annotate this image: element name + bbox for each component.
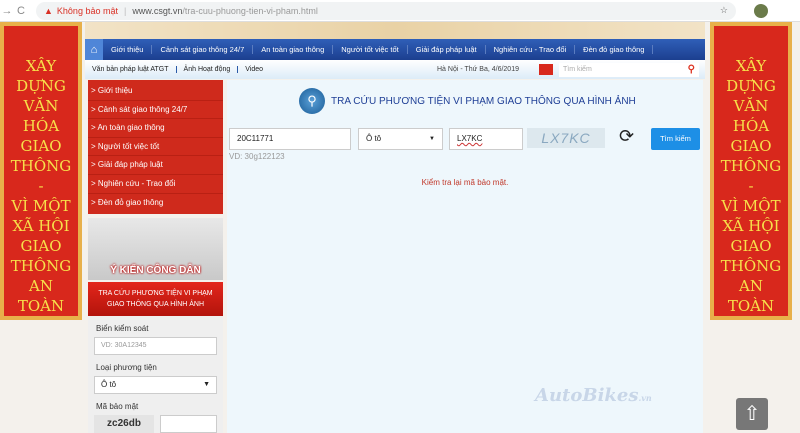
nav-item[interactable]: An toàn giao thông bbox=[253, 45, 334, 54]
vehicle-type-select[interactable]: Ô tô ▼ bbox=[358, 128, 443, 150]
nav-item[interactable]: Giải đáp pháp luật bbox=[408, 45, 486, 54]
url-domain: www.csgt.vn bbox=[132, 5, 183, 16]
security-label[interactable]: Không bảo mật bbox=[57, 6, 118, 16]
search-input[interactable]: Tìm kiếm ⚲ bbox=[559, 62, 699, 77]
home-icon[interactable]: ⌂ bbox=[85, 39, 103, 60]
browser-toolbar: → C ▲ Không bảo mật | www.csgt.vn/tra-cu… bbox=[0, 0, 800, 22]
side-lookup-box: TRA CỨU PHƯƠNG TIỆN VI PHẠM GIAO THÔNG Q… bbox=[88, 282, 223, 433]
side-plate-input[interactable]: VD: 30A12345 bbox=[94, 337, 217, 356]
banner-line: THÔNG bbox=[720, 157, 782, 175]
search-button[interactable]: Tìm kiếm bbox=[651, 128, 700, 150]
banner-line: XÂY bbox=[25, 57, 57, 75]
banner-line: DỰNG bbox=[16, 77, 66, 95]
error-message: Kiểm tra lại mã bảo mật. bbox=[421, 178, 509, 187]
main-nav: ⌂ Giới thiệu Cảnh sát giao thông 24/7 An… bbox=[85, 39, 705, 60]
banner-line: THÔNG bbox=[10, 257, 72, 275]
banner-line: VÌ MỘT bbox=[11, 197, 71, 215]
magnifier-icon: ⚲ bbox=[299, 88, 325, 114]
bookmark-star-icon[interactable]: ☆ bbox=[720, 5, 728, 16]
banner-line: - bbox=[38, 177, 44, 195]
banner-line: GIAO bbox=[20, 237, 62, 255]
captcha-input[interactable]: LX7KC bbox=[449, 128, 523, 150]
left-banner: XÂY DỰNG VĂN HÓA GIAO THÔNG - VÌ MỘT XÃ HỘI GIAO… bbox=[0, 22, 82, 320]
nav-item[interactable]: Nghiên cứu - Trao đổi bbox=[486, 45, 576, 54]
nav-item[interactable]: Đèn đỏ giao thông bbox=[575, 45, 654, 54]
captcha-label: Mã bảo mật bbox=[96, 402, 139, 412]
nav-item[interactable]: Người tốt việc tốt bbox=[333, 45, 408, 54]
right-banner: XÂY DỰNG VĂN HÓA GIAO THÔNG - VÌ MỘT XÃ HỘI GIAO… bbox=[710, 22, 792, 320]
refresh-captcha-icon[interactable]: ⟳ bbox=[619, 126, 634, 147]
banner-line: GIAO bbox=[730, 237, 772, 255]
citizen-feedback-banner[interactable]: Ý KIẾN CÔNG DÂN bbox=[88, 218, 223, 281]
banner-line: GIAO bbox=[20, 137, 62, 155]
feedback-label: Ý KIẾN CÔNG DÂN bbox=[110, 265, 201, 277]
search-icon[interactable]: ⚲ bbox=[688, 64, 695, 75]
subnav-item[interactable]: Video bbox=[238, 66, 270, 73]
watermark-logo: AutoBikes.vn bbox=[535, 385, 652, 406]
banner-line: VĂN HÓA bbox=[22, 97, 60, 135]
chevron-down-icon: ▼ bbox=[203, 381, 210, 389]
sidebar: > Giới thiệu > Cảnh sát giao thông 24/7 … bbox=[88, 80, 223, 433]
scroll-to-top-button[interactable]: ⇧ bbox=[736, 398, 768, 430]
banner-line: GIAO bbox=[730, 137, 772, 155]
side-type-select[interactable]: Ô tô ▼ bbox=[94, 376, 217, 395]
side-menu-item[interactable]: > Cảnh sát giao thông 24/7 bbox=[88, 101, 223, 120]
nav-item[interactable]: Cảnh sát giao thông 24/7 bbox=[152, 45, 254, 54]
banner-line: XÂY bbox=[735, 57, 767, 75]
side-captcha-image: zc26db bbox=[94, 415, 154, 433]
chevron-down-icon: ▼ bbox=[429, 136, 435, 142]
side-menu-item[interactable]: > Người tốt việc tốt bbox=[88, 138, 223, 157]
subnav-item[interactable]: Ảnh Hoạt động bbox=[177, 66, 239, 73]
side-menu-item[interactable]: > Giải đáp pháp luật bbox=[88, 156, 223, 175]
search-placeholder: Tìm kiếm bbox=[563, 66, 592, 73]
side-menu-item[interactable]: > An toàn giao thông bbox=[88, 119, 223, 138]
side-menu-item[interactable]: > Giới thiệu bbox=[88, 82, 223, 101]
header-image bbox=[85, 22, 705, 39]
plate-hint: VD: 30g122123 bbox=[229, 152, 285, 161]
banner-line: THÔNG bbox=[10, 157, 72, 175]
side-menu-item[interactable]: > Đèn đỏ giao thông bbox=[88, 194, 223, 213]
subnav-item[interactable]: Văn bản pháp luật ATGT bbox=[85, 66, 177, 73]
sub-nav: Văn bản pháp luật ATGT Ảnh Hoạt động Vid… bbox=[85, 60, 705, 79]
banner-line: VÌ MỘT bbox=[721, 197, 781, 215]
url-path: /tra-cuu-phuong-tien-vi-pham.html bbox=[182, 5, 318, 16]
lookup-content: ⚲ TRA CỨU PHƯƠNG TIỆN VI PHẠM GIAO THÔNG … bbox=[227, 80, 703, 433]
plate-input[interactable]: 20C11771 bbox=[229, 128, 351, 150]
side-captcha-input[interactable] bbox=[160, 415, 217, 433]
profile-avatar[interactable] bbox=[754, 3, 768, 18]
reload-icon[interactable]: C bbox=[14, 5, 28, 17]
forward-icon[interactable]: → bbox=[0, 5, 14, 17]
banner-line: XÃ HỘI bbox=[12, 217, 70, 235]
flag-icon bbox=[539, 64, 553, 75]
banner-line: THÔNG bbox=[720, 257, 782, 275]
type-label: Loại phương tiện bbox=[96, 363, 157, 373]
side-menu: > Giới thiệu > Cảnh sát giao thông 24/7 … bbox=[88, 80, 223, 215]
side-box-title: TRA CỨU PHƯƠNG TIỆN VI PHẠM GIAO THÔNG Q… bbox=[88, 282, 223, 317]
nav-item[interactable]: Giới thiệu bbox=[103, 45, 153, 54]
banner-line: AN TOÀN bbox=[727, 277, 775, 315]
banner-line: - bbox=[748, 177, 754, 195]
banner-line: VĂN HÓA bbox=[732, 97, 770, 135]
banner-line: AN TOÀN bbox=[17, 277, 65, 315]
address-bar[interactable]: ▲ Không bảo mật | www.csgt.vn/tra-cuu-ph… bbox=[36, 1, 736, 20]
banner-line: XÃ HỘI bbox=[722, 217, 780, 235]
warning-icon: ▲ bbox=[44, 5, 53, 16]
banner-line: DỰNG bbox=[726, 77, 776, 95]
captcha-image: LX7KC bbox=[527, 128, 605, 148]
side-menu-item[interactable]: > Nghiên cứu - Trao đổi bbox=[88, 175, 223, 194]
date-text: Hà Nội - Thứ Ba, 4/6/2019 bbox=[437, 66, 519, 73]
page-title: TRA CỨU PHƯƠNG TIỆN VI PHẠM GIAO THÔNG Q… bbox=[331, 95, 636, 107]
plate-label: Biển kiểm soát bbox=[96, 324, 149, 334]
